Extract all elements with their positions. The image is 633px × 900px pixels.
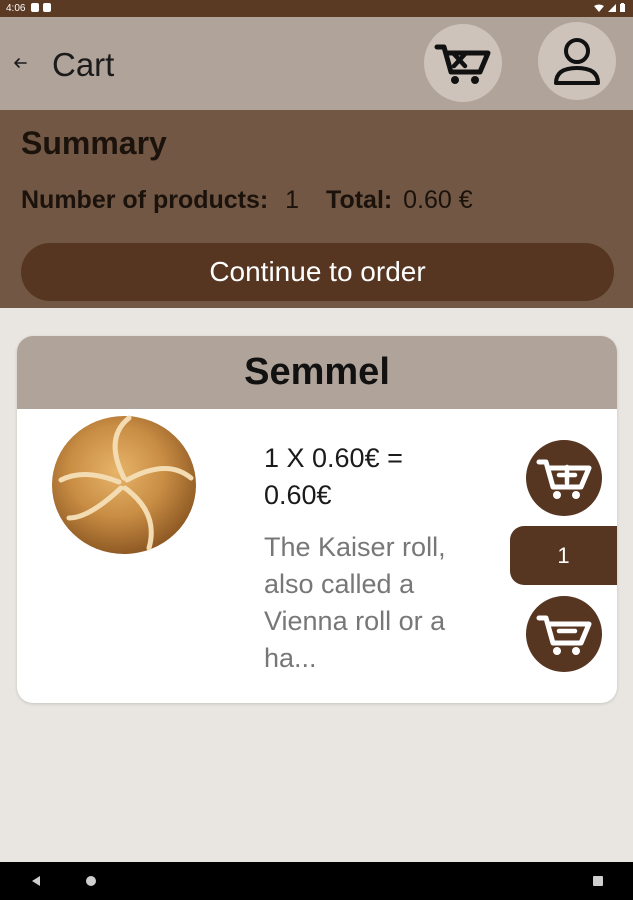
sd-card-icon (43, 3, 51, 12)
products-count-label: Number of products: (21, 186, 269, 214)
decrease-quantity-button[interactable] (526, 596, 602, 672)
nav-recents-icon[interactable] (593, 876, 603, 886)
notification-icons (31, 3, 51, 12)
cart-plus-icon (536, 459, 592, 499)
app-bar: Cart (0, 17, 633, 110)
status-time: 4:06 (6, 3, 26, 14)
total-value: 0.60 € (403, 186, 473, 214)
cart-x-icon (434, 44, 491, 84)
cart-item-card: Semmel 1 X 0.60€ = 0.60€ The Kaiser roll… (17, 336, 617, 703)
increase-quantity-button[interactable] (526, 440, 602, 516)
signal-icon (608, 3, 616, 12)
cart-minus-icon (536, 615, 592, 655)
total-label: Total: (326, 186, 393, 214)
summary-stats: Number of products: 1 Total: 0.60 € (21, 186, 473, 215)
continue-to-order-button[interactable]: Continue to order (21, 243, 614, 301)
battery-icon (620, 3, 625, 12)
system-icons (594, 3, 625, 12)
back-arrow-icon[interactable] (10, 53, 30, 73)
status-bar: 4:06 (0, 0, 633, 17)
product-name: Semmel (244, 351, 390, 393)
product-image (52, 415, 196, 554)
notification-icon (31, 3, 39, 12)
quantity-field[interactable]: 1 (510, 526, 617, 585)
cart-item-header: Semmel (17, 336, 617, 409)
summary-title: Summary (21, 125, 167, 161)
profile-button[interactable] (538, 22, 616, 100)
page-title: Cart (52, 46, 115, 83)
system-navigation-bar (0, 862, 633, 900)
order-summary: Summary Number of products: 1 Total: 0.6… (0, 110, 633, 308)
nav-back-icon[interactable] (30, 875, 42, 887)
person-icon (554, 38, 600, 85)
products-count-value: 1 (285, 186, 300, 214)
item-description: The Kaiser roll, also called a Vienna ro… (264, 532, 446, 673)
nav-home-icon[interactable] (86, 876, 96, 886)
clear-cart-button[interactable] (424, 24, 502, 102)
item-price-line: 1 X 0.60€ = 0.60€ (264, 443, 403, 510)
wifi-icon (594, 4, 604, 12)
